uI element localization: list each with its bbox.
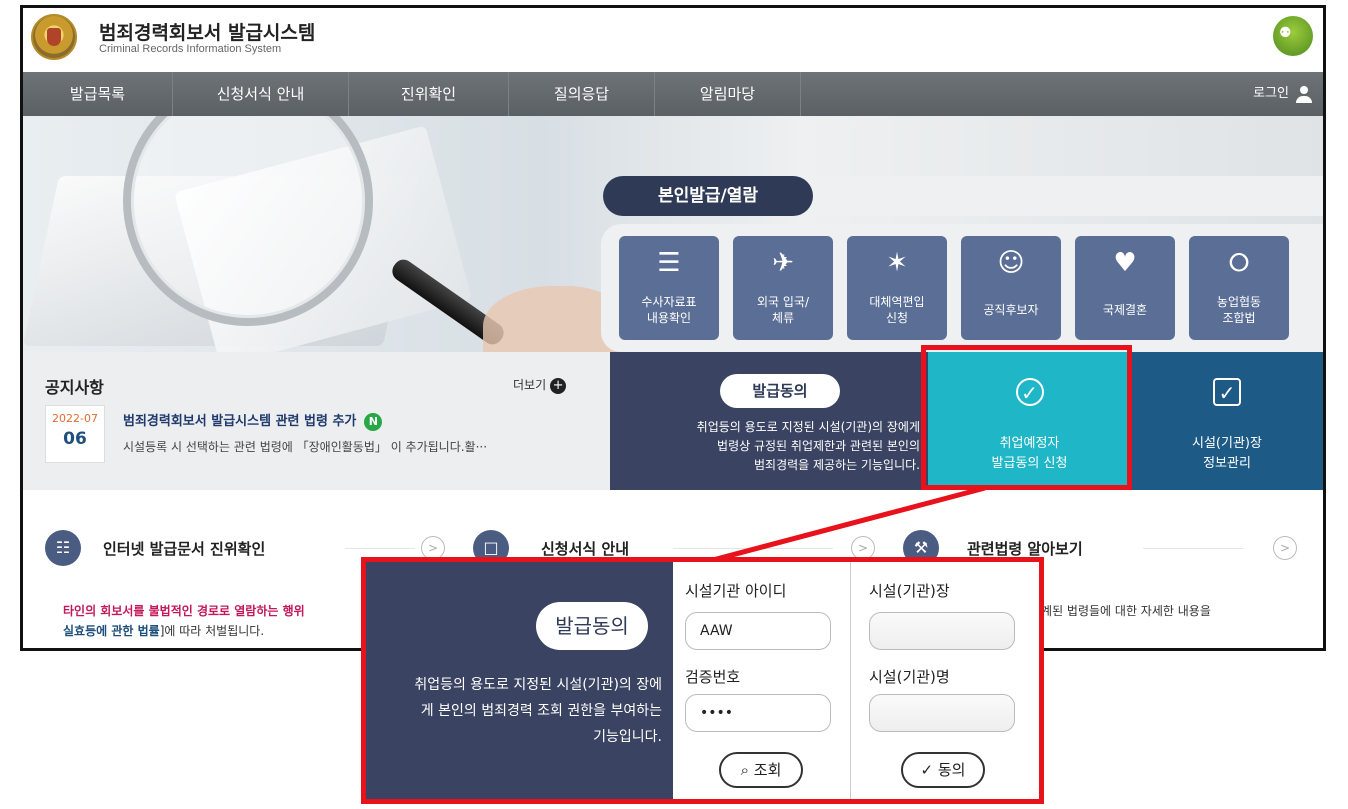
verify-warning-text: 타인의 회보서를 불법적인 경로로 열람하는 행위 bbox=[63, 604, 305, 618]
card-alternative-service[interactable]: ✶ 대체역편입 신청 bbox=[847, 236, 947, 340]
consent-desc-line: 범죄경력을 제공하는 기능입니다. bbox=[753, 458, 920, 472]
quick-link-label: 관련법령 알아보기 bbox=[967, 540, 1083, 558]
document-check-icon: ☷ bbox=[45, 530, 81, 566]
check-square-icon: ✓ bbox=[1213, 378, 1241, 406]
agree-button-label: 동의 bbox=[937, 761, 966, 779]
plus-icon: + bbox=[550, 378, 567, 394]
zoom-desc-line: 기능입니다. bbox=[593, 729, 662, 745]
card-investigation-record[interactable]: ☰ 수사자료표 내용확인 bbox=[619, 236, 719, 340]
zoom-desc-line: 게 본인의 범죄경력 조회 권한을 부여하는 bbox=[420, 703, 662, 719]
facility-name-label: 시설(기관)명 bbox=[869, 668, 950, 686]
medal-icon: ⭘ bbox=[1228, 248, 1250, 278]
card-agricultural-coop[interactable]: ⭘ 농업협동 조합법 bbox=[1189, 236, 1289, 340]
site-subtitle: Criminal Records Information System bbox=[99, 43, 282, 55]
facility-id-input[interactable]: AAW bbox=[685, 612, 831, 650]
hero-banner: 본인발급/열람 ☰ 수사자료표 내용확인 ✈ 외국 입국/ 체류 ✶ 대체역편입… bbox=[23, 116, 1323, 352]
notice-title: 공지사항 bbox=[45, 378, 104, 397]
quick-link-label: 신청서식 안내 bbox=[541, 540, 630, 558]
eprivacy-badge-icon[interactable]: ⚉ bbox=[1273, 16, 1313, 56]
verification-code-label: 검증번호 bbox=[685, 668, 741, 686]
zoom-consent-description: 취업등의 용도로 지정된 시설(기관)의 장에 게 본인의 범죄경력 조회 권한… bbox=[376, 672, 662, 750]
facility-id-label: 시설기관 아이디 bbox=[685, 582, 787, 600]
card-public-candidate[interactable]: ☺ 공직후보자 bbox=[961, 236, 1061, 340]
login-link[interactable]: 로그인 bbox=[1253, 72, 1313, 116]
card-label: 외국 입국/ 체류 bbox=[756, 295, 810, 325]
verification-code-input[interactable]: •••• bbox=[685, 694, 831, 732]
search-icon: ⌕ bbox=[740, 761, 749, 779]
agree-button[interactable]: ✓ 동의 bbox=[901, 752, 985, 788]
notice-date: 2022-07 06 bbox=[45, 405, 105, 463]
user-icon bbox=[1295, 85, 1313, 103]
self-issue-title: 본인발급/열람 bbox=[603, 176, 813, 216]
facility-name-input[interactable] bbox=[869, 694, 1015, 732]
tile-label: 시설(기관)장 정보관리 bbox=[1131, 434, 1323, 474]
law-name: 실효등에 관한 법률 bbox=[63, 624, 160, 638]
consent-desc-line: 법령상 규정된 취업제한과 관련된 본인의 bbox=[717, 439, 920, 453]
search-button[interactable]: ⌕ 조회 bbox=[719, 752, 803, 788]
nav-item-qna[interactable]: 질의응답 bbox=[509, 72, 655, 116]
zoom-consent-panel: 발급동의 취업등의 용도로 지정된 시설(기관)의 장에 게 본인의 범죄경력 … bbox=[366, 562, 673, 799]
couple-icon: ♥ bbox=[1113, 248, 1137, 278]
more-link[interactable]: 더보기 + bbox=[513, 376, 567, 394]
nav-item-form-guide[interactable]: 신청서식 안내 bbox=[173, 72, 349, 116]
quick-link-label: 인터넷 발급문서 진위확인 bbox=[103, 540, 266, 558]
zoomed-consent-form: 발급동의 취업등의 용도로 지정된 시설(기관)의 장에 게 본인의 범죄경력 … bbox=[361, 557, 1044, 804]
consent-panel: 발급동의 취업등의 용도로 지정된 시설(기관)의 장에게 법령상 규정된 취업… bbox=[610, 352, 928, 490]
consent-pill: 발급동의 bbox=[720, 374, 840, 408]
nav-item-issue-list[interactable]: 발급목록 bbox=[23, 72, 173, 116]
verify-penalty-text: 실효등에 관한 법률]에 따라 처벌됩니다. bbox=[63, 622, 264, 639]
card-label: 대체역편입 신청 bbox=[869, 295, 925, 325]
card-foreign-entry[interactable]: ✈ 외국 입국/ 체류 bbox=[733, 236, 833, 340]
facility-head-label: 시설(기관)장 bbox=[869, 582, 950, 600]
notice-date-day: 06 bbox=[63, 429, 87, 449]
login-label: 로그인 bbox=[1253, 86, 1289, 101]
airplane-icon: ✈ bbox=[772, 248, 794, 278]
more-label: 더보기 bbox=[513, 378, 547, 392]
card-label: 수사자료표 내용확인 bbox=[641, 295, 697, 325]
consent-description: 취업등의 용도로 지정된 시설(기관)의 장에게 법령상 규정된 취업제한과 관… bbox=[620, 418, 920, 475]
nav-item-authenticity[interactable]: 진위확인 bbox=[349, 72, 509, 116]
laws-description: 관계된 법령들에 대한 자세한 내용을 bbox=[1030, 604, 1211, 618]
document-icon: ☰ bbox=[657, 248, 681, 278]
nav-item-notice-board[interactable]: 알림마당 bbox=[655, 72, 801, 116]
highlight-box bbox=[921, 345, 1132, 490]
card-international-marriage[interactable]: ♥ 국제결혼 bbox=[1075, 236, 1175, 340]
card-label: 국제결혼 bbox=[1102, 303, 1148, 317]
notice-body[interactable]: 시설등록 시 선택하는 관련 법령에 「장애인활동법」 이 추가됩니다.활··· bbox=[123, 438, 487, 455]
tile-label-line: 시설(기관)장 bbox=[1192, 436, 1262, 451]
penalty-suffix: ]에 따라 처벌됩니다. bbox=[159, 624, 265, 638]
chevron-right-icon[interactable]: > bbox=[1273, 536, 1297, 560]
browser-frame: 범죄경력회보서 발급시스템 Criminal Records Informati… bbox=[20, 5, 1326, 651]
tile-label-line: 정보관리 bbox=[1203, 456, 1251, 471]
notice-headline-text: 범죄경력회보서 발급시스템 관련 법령 추가 bbox=[123, 414, 357, 429]
new-badge: N bbox=[364, 413, 383, 431]
zoom-desc-line: 취업등의 용도로 지정된 시설(기관)의 장에 bbox=[414, 677, 662, 693]
zoom-consent-pill: 발급동의 bbox=[536, 602, 648, 650]
tile-facility-head-management[interactable]: ✓ 시설(기관)장 정보관리 bbox=[1131, 352, 1323, 490]
consent-desc-line: 취업등의 용도로 지정된 시설(기관)의 장에게 bbox=[696, 420, 920, 434]
main-nav: 발급목록 신청서식 안내 진위확인 질의응답 알림마당 로그인 bbox=[23, 72, 1323, 116]
card-label: 공직후보자 bbox=[983, 303, 1039, 317]
police-emblem-icon[interactable] bbox=[31, 14, 77, 60]
search-button-label: 조회 bbox=[753, 761, 782, 779]
checkmark-icon: ✓ bbox=[920, 761, 934, 779]
candidate-icon: ☺ bbox=[997, 248, 1025, 278]
site-title[interactable]: 범죄경력회보서 발급시스템 bbox=[99, 18, 315, 45]
military-emblem-icon: ✶ bbox=[886, 248, 908, 278]
notice-section: 공지사항 더보기 + 2022-07 06 범죄경력회보서 발급시스템 관련 법령… bbox=[23, 352, 610, 490]
notice-headline[interactable]: 범죄경력회보서 발급시스템 관련 법령 추가 N bbox=[123, 410, 383, 431]
notice-date-month: 2022-07 bbox=[52, 412, 98, 425]
card-label: 농업협동 조합법 bbox=[1216, 295, 1262, 325]
facility-head-input[interactable] bbox=[869, 612, 1015, 650]
site-header: 범죄경력회보서 발급시스템 Criminal Records Informati… bbox=[23, 8, 1323, 66]
consent-form: 시설기관 아이디 AAW 검증번호 •••• ⌕ 조회 시설(기관)장 시설(기… bbox=[673, 562, 1039, 799]
